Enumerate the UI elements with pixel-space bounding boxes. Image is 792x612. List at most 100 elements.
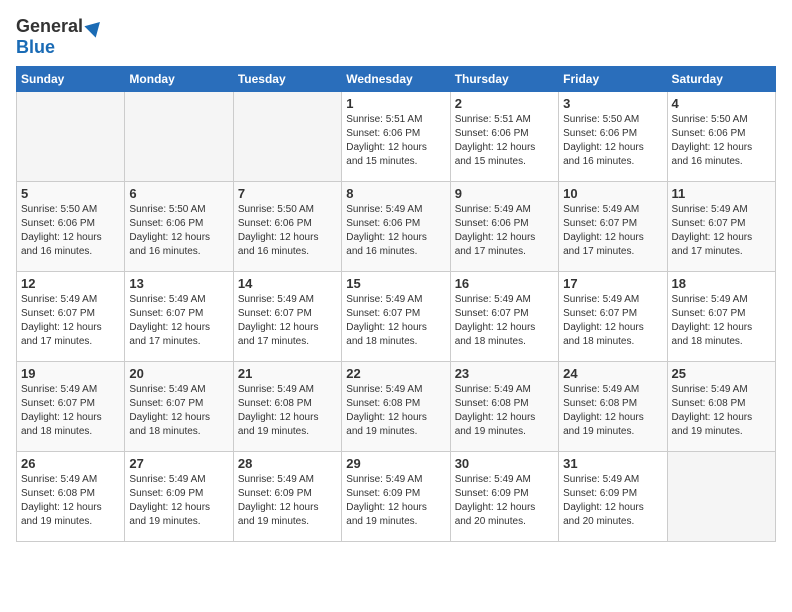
daylight-label: Daylight: 12 hours and 17 minutes. [455, 232, 536, 257]
sunrise-label: Sunrise: 5:49 AM [455, 384, 531, 395]
day-number: 19 [21, 366, 120, 381]
daylight-label: Daylight: 12 hours and 17 minutes. [129, 322, 210, 347]
sunrise-label: Sunrise: 5:49 AM [238, 474, 314, 485]
calendar-cell: 11 Sunrise: 5:49 AM Sunset: 6:07 PM Dayl… [667, 182, 775, 272]
sunrise-label: Sunrise: 5:50 AM [21, 204, 97, 215]
day-info: Sunrise: 5:49 AM Sunset: 6:08 PM Dayligh… [21, 473, 120, 529]
day-info: Sunrise: 5:49 AM Sunset: 6:08 PM Dayligh… [238, 383, 337, 439]
day-number: 4 [672, 96, 771, 111]
calendar-cell [667, 452, 775, 542]
day-info: Sunrise: 5:49 AM Sunset: 6:07 PM Dayligh… [21, 293, 120, 349]
day-info: Sunrise: 5:49 AM Sunset: 6:07 PM Dayligh… [21, 383, 120, 439]
logo-general-text: General [16, 16, 83, 37]
sunset-label: Sunset: 6:06 PM [346, 128, 420, 139]
calendar-cell: 27 Sunrise: 5:49 AM Sunset: 6:09 PM Dayl… [125, 452, 233, 542]
day-number: 5 [21, 186, 120, 201]
header-row: SundayMondayTuesdayWednesdayThursdayFrid… [17, 67, 776, 92]
sunrise-label: Sunrise: 5:49 AM [672, 384, 748, 395]
sunrise-label: Sunrise: 5:49 AM [238, 384, 314, 395]
sunset-label: Sunset: 6:07 PM [672, 308, 746, 319]
day-number: 24 [563, 366, 662, 381]
sunrise-label: Sunrise: 5:49 AM [455, 204, 531, 215]
daylight-label: Daylight: 12 hours and 17 minutes. [672, 232, 753, 257]
day-number: 6 [129, 186, 228, 201]
daylight-label: Daylight: 12 hours and 19 minutes. [129, 502, 210, 527]
day-number: 28 [238, 456, 337, 471]
daylight-label: Daylight: 12 hours and 15 minutes. [346, 142, 427, 167]
sunrise-label: Sunrise: 5:49 AM [346, 204, 422, 215]
sunset-label: Sunset: 6:06 PM [455, 218, 529, 229]
sunrise-label: Sunrise: 5:49 AM [346, 384, 422, 395]
calendar-cell: 23 Sunrise: 5:49 AM Sunset: 6:08 PM Dayl… [450, 362, 558, 452]
header-day-thursday: Thursday [450, 67, 558, 92]
day-number: 20 [129, 366, 228, 381]
header-day-monday: Monday [125, 67, 233, 92]
calendar-cell: 15 Sunrise: 5:49 AM Sunset: 6:07 PM Dayl… [342, 272, 450, 362]
sunrise-label: Sunrise: 5:49 AM [129, 384, 205, 395]
day-number: 10 [563, 186, 662, 201]
sunrise-label: Sunrise: 5:51 AM [346, 114, 422, 125]
day-number: 11 [672, 186, 771, 201]
sunset-label: Sunset: 6:07 PM [21, 398, 95, 409]
daylight-label: Daylight: 12 hours and 19 minutes. [21, 502, 102, 527]
calendar-cell: 4 Sunrise: 5:50 AM Sunset: 6:06 PM Dayli… [667, 92, 775, 182]
sunrise-label: Sunrise: 5:49 AM [238, 294, 314, 305]
sunrise-label: Sunrise: 5:49 AM [563, 474, 639, 485]
sunset-label: Sunset: 6:07 PM [129, 308, 203, 319]
daylight-label: Daylight: 12 hours and 20 minutes. [455, 502, 536, 527]
day-info: Sunrise: 5:49 AM Sunset: 6:07 PM Dayligh… [563, 203, 662, 259]
day-number: 3 [563, 96, 662, 111]
calendar-cell [17, 92, 125, 182]
calendar-cell: 21 Sunrise: 5:49 AM Sunset: 6:08 PM Dayl… [233, 362, 341, 452]
header-day-tuesday: Tuesday [233, 67, 341, 92]
day-info: Sunrise: 5:49 AM Sunset: 6:09 PM Dayligh… [346, 473, 445, 529]
day-info: Sunrise: 5:49 AM Sunset: 6:06 PM Dayligh… [346, 203, 445, 259]
sunrise-label: Sunrise: 5:49 AM [455, 294, 531, 305]
sunset-label: Sunset: 6:09 PM [455, 488, 529, 499]
sunrise-label: Sunrise: 5:49 AM [563, 384, 639, 395]
day-info: Sunrise: 5:49 AM Sunset: 6:08 PM Dayligh… [455, 383, 554, 439]
daylight-label: Daylight: 12 hours and 18 minutes. [129, 412, 210, 437]
sunrise-label: Sunrise: 5:49 AM [129, 294, 205, 305]
daylight-label: Daylight: 12 hours and 19 minutes. [672, 412, 753, 437]
daylight-label: Daylight: 12 hours and 16 minutes. [21, 232, 102, 257]
calendar-cell: 19 Sunrise: 5:49 AM Sunset: 6:07 PM Dayl… [17, 362, 125, 452]
daylight-label: Daylight: 12 hours and 16 minutes. [672, 142, 753, 167]
day-info: Sunrise: 5:51 AM Sunset: 6:06 PM Dayligh… [455, 113, 554, 169]
calendar-cell: 18 Sunrise: 5:49 AM Sunset: 6:07 PM Dayl… [667, 272, 775, 362]
calendar-cell: 10 Sunrise: 5:49 AM Sunset: 6:07 PM Dayl… [559, 182, 667, 272]
daylight-label: Daylight: 12 hours and 17 minutes. [563, 232, 644, 257]
daylight-label: Daylight: 12 hours and 18 minutes. [563, 322, 644, 347]
day-info: Sunrise: 5:49 AM Sunset: 6:09 PM Dayligh… [455, 473, 554, 529]
day-number: 7 [238, 186, 337, 201]
sunset-label: Sunset: 6:08 PM [563, 398, 637, 409]
day-info: Sunrise: 5:49 AM Sunset: 6:07 PM Dayligh… [455, 293, 554, 349]
header-day-friday: Friday [559, 67, 667, 92]
daylight-label: Daylight: 12 hours and 15 minutes. [455, 142, 536, 167]
day-info: Sunrise: 5:50 AM Sunset: 6:06 PM Dayligh… [563, 113, 662, 169]
sunset-label: Sunset: 6:09 PM [346, 488, 420, 499]
day-number: 14 [238, 276, 337, 291]
calendar-cell: 25 Sunrise: 5:49 AM Sunset: 6:08 PM Dayl… [667, 362, 775, 452]
daylight-label: Daylight: 12 hours and 19 minutes. [238, 502, 319, 527]
sunrise-label: Sunrise: 5:49 AM [21, 474, 97, 485]
daylight-label: Daylight: 12 hours and 19 minutes. [455, 412, 536, 437]
sunrise-label: Sunrise: 5:49 AM [21, 294, 97, 305]
sunset-label: Sunset: 6:08 PM [346, 398, 420, 409]
day-info: Sunrise: 5:49 AM Sunset: 6:07 PM Dayligh… [672, 203, 771, 259]
sunset-label: Sunset: 6:08 PM [672, 398, 746, 409]
day-info: Sunrise: 5:49 AM Sunset: 6:07 PM Dayligh… [563, 293, 662, 349]
sunset-label: Sunset: 6:06 PM [455, 128, 529, 139]
sunrise-label: Sunrise: 5:49 AM [672, 294, 748, 305]
sunset-label: Sunset: 6:09 PM [238, 488, 312, 499]
calendar-cell: 29 Sunrise: 5:49 AM Sunset: 6:09 PM Dayl… [342, 452, 450, 542]
day-number: 18 [672, 276, 771, 291]
sunrise-label: Sunrise: 5:49 AM [346, 294, 422, 305]
calendar-cell: 7 Sunrise: 5:50 AM Sunset: 6:06 PM Dayli… [233, 182, 341, 272]
day-info: Sunrise: 5:49 AM Sunset: 6:07 PM Dayligh… [346, 293, 445, 349]
day-number: 1 [346, 96, 445, 111]
header-day-sunday: Sunday [17, 67, 125, 92]
sunrise-label: Sunrise: 5:49 AM [672, 204, 748, 215]
sunset-label: Sunset: 6:06 PM [21, 218, 95, 229]
day-info: Sunrise: 5:49 AM Sunset: 6:08 PM Dayligh… [563, 383, 662, 439]
